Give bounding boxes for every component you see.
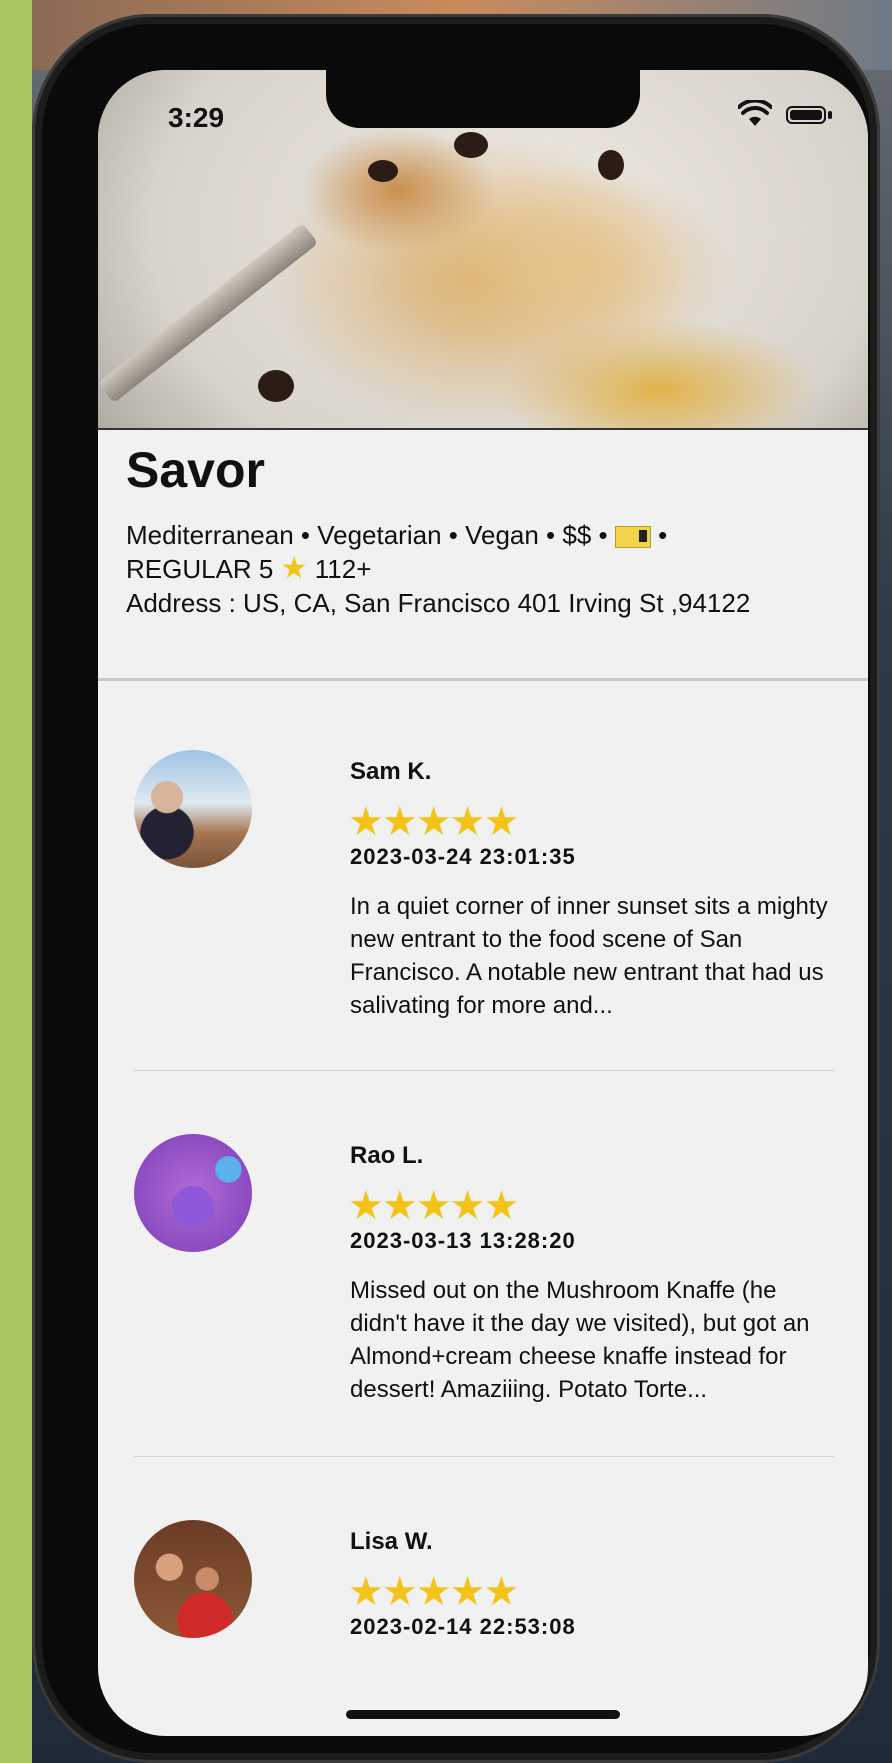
review-stars: ★★★★★ [348,800,519,844]
reviewer-name: Lisa W. [350,1528,433,1555]
restaurant-address: Address : US, CA, San Francisco 401 Irvi… [126,588,751,618]
status-time: 3:29 [168,102,225,133]
review-item[interactable]: Rao L. ★★★★★ 2023-03-13 13:28:20 Missed … [134,1134,834,1434]
review-divider [134,1070,834,1071]
section-divider [98,678,868,681]
review-text: In a quiet corner of inner sunset sits a… [350,893,828,1019]
raisin-decor [454,132,488,158]
wifi-icon [738,100,772,126]
raisin-decor [368,160,398,182]
review-stars: ★★★★★ [348,1184,519,1228]
review-stars: ★★★★★ [348,1570,519,1614]
review-date: 2023-03-13 13:28:20 [350,1228,576,1253]
raisin-decor [258,370,294,402]
star-icon: ★ [280,552,308,585]
reviewer-name: Rao L. [350,1142,424,1169]
restaurant-name: Savor [126,442,265,498]
restaurant-meta: Mediterranean • Vegetarian • Vegan • $$ … [126,520,751,618]
battery-icon [786,106,826,124]
phone-notch [326,70,640,128]
battery-cap [828,111,832,119]
restaurant-categories: Mediterranean • Vegetarian • Vegan • $$ … [126,520,608,550]
app-screen: 3:29 Savor Mediterranean • Vegetarian • … [98,70,868,1736]
raisin-decor [598,150,624,180]
reviewer-avatar[interactable] [134,1520,252,1638]
review-text: Missed out on the Mushroom Knaffe (he di… [350,1277,810,1403]
review-date: 2023-02-14 22:53:08 [350,1614,576,1639]
rating-level: REGULAR 5 [126,554,274,584]
review-date: 2023-03-24 23:01:35 [350,844,576,869]
review-count: 112+ [314,554,372,584]
phone-frame: 3:29 Savor Mediterranean • Vegetarian • … [32,14,880,1763]
home-indicator[interactable] [346,1710,620,1719]
review-divider [134,1456,834,1457]
reviewer-name: Sam K. [350,758,432,785]
reviewer-avatar[interactable] [134,750,252,868]
business-card-icon [614,526,651,549]
reviewer-avatar[interactable] [134,1134,252,1252]
review-item[interactable]: Sam K. ★★★★★ 2023-03-24 23:01:35 In a qu… [134,750,834,1050]
review-item[interactable]: Lisa W. ★★★★★ 2023-02-14 22:53:08 [134,1520,834,1736]
restaurant-info: Savor Mediterranean • Vegetarian • Vegan… [126,440,836,620]
